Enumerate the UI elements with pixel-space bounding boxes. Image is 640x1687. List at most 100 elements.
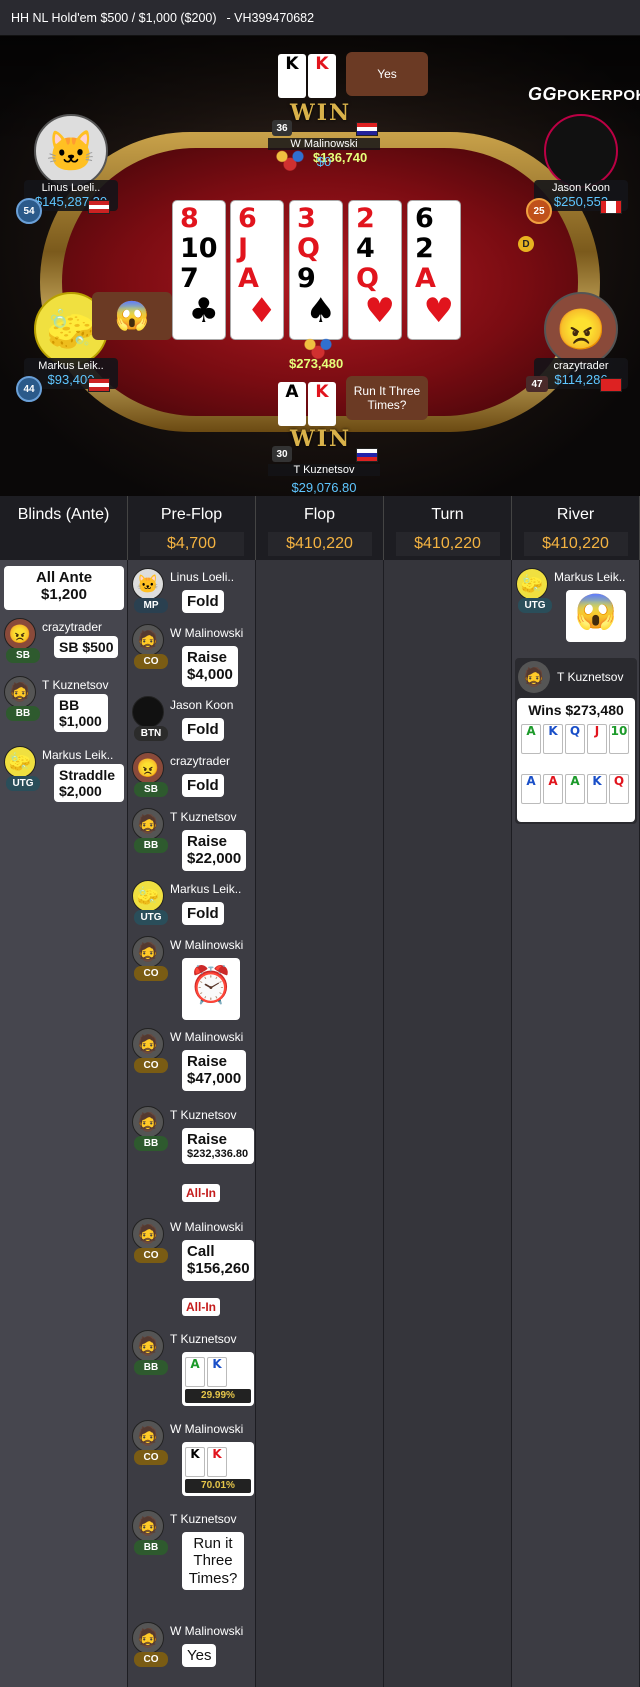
hole-card-2: K <box>308 382 336 426</box>
avatar: 🐱 <box>132 568 164 600</box>
action-box: Straddle $2,000 <box>54 764 124 803</box>
flag-icon <box>88 200 110 214</box>
avatar: 😠 <box>4 618 36 650</box>
action-box: Fold <box>182 774 224 798</box>
player-name: T Kuznetsov <box>42 678 109 692</box>
avatar: 🧔 <box>518 661 550 693</box>
flag-icon <box>88 378 110 392</box>
position-badge: MP <box>134 598 168 613</box>
column-header-blinds: Blinds (Ante) <box>0 496 128 560</box>
avatar: 🧔 <box>4 676 36 708</box>
win-banner: WIN <box>290 426 352 452</box>
avatar <box>132 696 164 728</box>
seat-top-right[interactable]: Jason Koon $250,552 25 <box>526 114 636 224</box>
position-badge: BB <box>134 1540 168 1555</box>
blinds-column: All Ante $1,200 😠 SB crazytrader SB $500… <box>0 560 128 1687</box>
action-box: BB $1,000 <box>54 694 108 733</box>
winning-hand-row-2: AAAKQ <box>521 772 631 804</box>
avatar: 🧔 <box>132 1028 164 1060</box>
card: A <box>521 724 541 754</box>
player-stack: $29,076.80 <box>291 480 357 495</box>
avatar: 🧔 <box>132 1106 164 1138</box>
player-name: crazytrader <box>42 620 103 634</box>
avatar: 🧔 <box>132 1330 164 1362</box>
player-name: crazytrader <box>170 754 231 768</box>
column-header-river: River $410,220 <box>512 496 640 560</box>
action-box: Raise $232,336.80 <box>182 1128 254 1164</box>
action-box: Fold <box>182 590 224 614</box>
column-header-turn: Turn $410,220 <box>384 496 512 560</box>
avatar-dark <box>544 114 618 188</box>
card: J <box>587 724 607 754</box>
avatar: 🧔 <box>132 1510 164 1542</box>
board-card-4: 2 4 Q ♥ <box>348 200 402 340</box>
player-name: T Kuznetsov <box>170 1512 237 1526</box>
flag-icon <box>356 122 378 136</box>
position-badge: UTG <box>6 776 40 791</box>
avatar: 🧔 <box>132 1218 164 1250</box>
seat-bottom-right[interactable]: 😠 crazytrader $114,286 47 <box>526 292 636 392</box>
player-name: Markus Leik.. <box>554 570 626 584</box>
position-badge: BB <box>134 1136 168 1151</box>
board-card-3: 3 Q 9 ♠ <box>289 200 343 340</box>
action-history: Blinds (Ante) Pre-Flop $4,700 Flop $410,… <box>0 496 640 1687</box>
action-box: Yes <box>182 1644 217 1668</box>
level-badge: 25 <box>526 198 552 224</box>
chat-bubble-yes: Yes <box>346 52 428 96</box>
chat-bubble-run-three: Run It Three Times? <box>346 376 428 420</box>
poker-table-view: GGPOKERPOK 8 10 7 ♣ 6 J A ♦ 3 Q 9 ♠ 2 4 … <box>0 36 640 496</box>
player-name: Markus Leik.. <box>38 360 104 372</box>
avatar: 🧔 <box>132 1622 164 1654</box>
player-name: W Malinowski <box>170 626 244 640</box>
player-name: W Malinowski <box>170 1422 244 1436</box>
dealer-button: D <box>518 236 534 252</box>
flop-column <box>256 560 384 1687</box>
action-box: Run it Three Times? <box>182 1532 244 1590</box>
action-box: Raise $4,000 <box>182 646 238 687</box>
card: Q <box>609 774 629 804</box>
emote-scared-icon: 😱 <box>566 590 626 642</box>
card-king-spades: K <box>185 1447 205 1477</box>
avatar: 🧔 <box>132 936 164 968</box>
player-name: Linus Loeli.. <box>170 570 235 584</box>
winner-amount: Wins $273,480 <box>528 702 624 718</box>
main-pot: $273,480 <box>289 356 344 371</box>
ante-box: All Ante $1,200 <box>4 566 124 610</box>
equity-percent: 70.01% <box>185 1479 251 1493</box>
river-column: 🧽 UTG Markus Leik.. 😱 🧔 T Kuznetsov Wins… <box>512 560 640 1687</box>
action-box: SB $500 <box>54 636 119 659</box>
position-badge: BTN <box>134 726 168 741</box>
position-badge: CO <box>134 1652 168 1667</box>
flag-icon <box>356 448 378 462</box>
board-card-5: 6 2 A ♥ <box>407 200 461 340</box>
player-name: T Kuznetsov <box>170 810 237 824</box>
position-badge: BB <box>134 838 168 853</box>
player-name: crazytrader <box>553 360 609 372</box>
player-name: Jason Koon <box>170 698 234 712</box>
winning-hand-row-1: A K Q J 10 <box>521 722 631 754</box>
action-box: Fold <box>182 718 224 742</box>
card-king-diamonds: K <box>207 1357 227 1387</box>
avatar: 😠 <box>132 752 164 784</box>
preflop-column: 🐱 MP Linus Loeli.. Fold 🧔 CO W Malinowsk… <box>128 560 256 1687</box>
card: A <box>543 774 563 804</box>
all-in-badge: All-In <box>182 1184 220 1202</box>
card: K <box>543 724 563 754</box>
column-header-flop: Flop $410,220 <box>256 496 384 560</box>
seat-top-left[interactable]: 🐱 Linus Loeli.. $145,287.20 54 <box>16 114 126 224</box>
action-box: Fold <box>182 902 224 926</box>
emote-scared-icon: 😱 <box>92 292 172 340</box>
level-badge: 30 <box>272 446 292 462</box>
position-badge: CO <box>134 966 168 981</box>
position-badge: CO <box>134 654 168 669</box>
avatar-cat: 🐱 <box>34 114 108 188</box>
player-name: W Malinowski <box>170 938 244 952</box>
hand-id: - VH399470682 <box>226 10 315 25</box>
shown-cards: KK 70.01% <box>182 1442 254 1496</box>
card: K <box>587 774 607 804</box>
timebank-alarm-icon: ⏰ <box>182 958 240 1020</box>
position-badge: BB <box>6 706 40 721</box>
avatar: 🧔 <box>132 624 164 656</box>
avatar: 🧽 <box>4 746 36 778</box>
hole-card-1: A <box>278 382 306 426</box>
